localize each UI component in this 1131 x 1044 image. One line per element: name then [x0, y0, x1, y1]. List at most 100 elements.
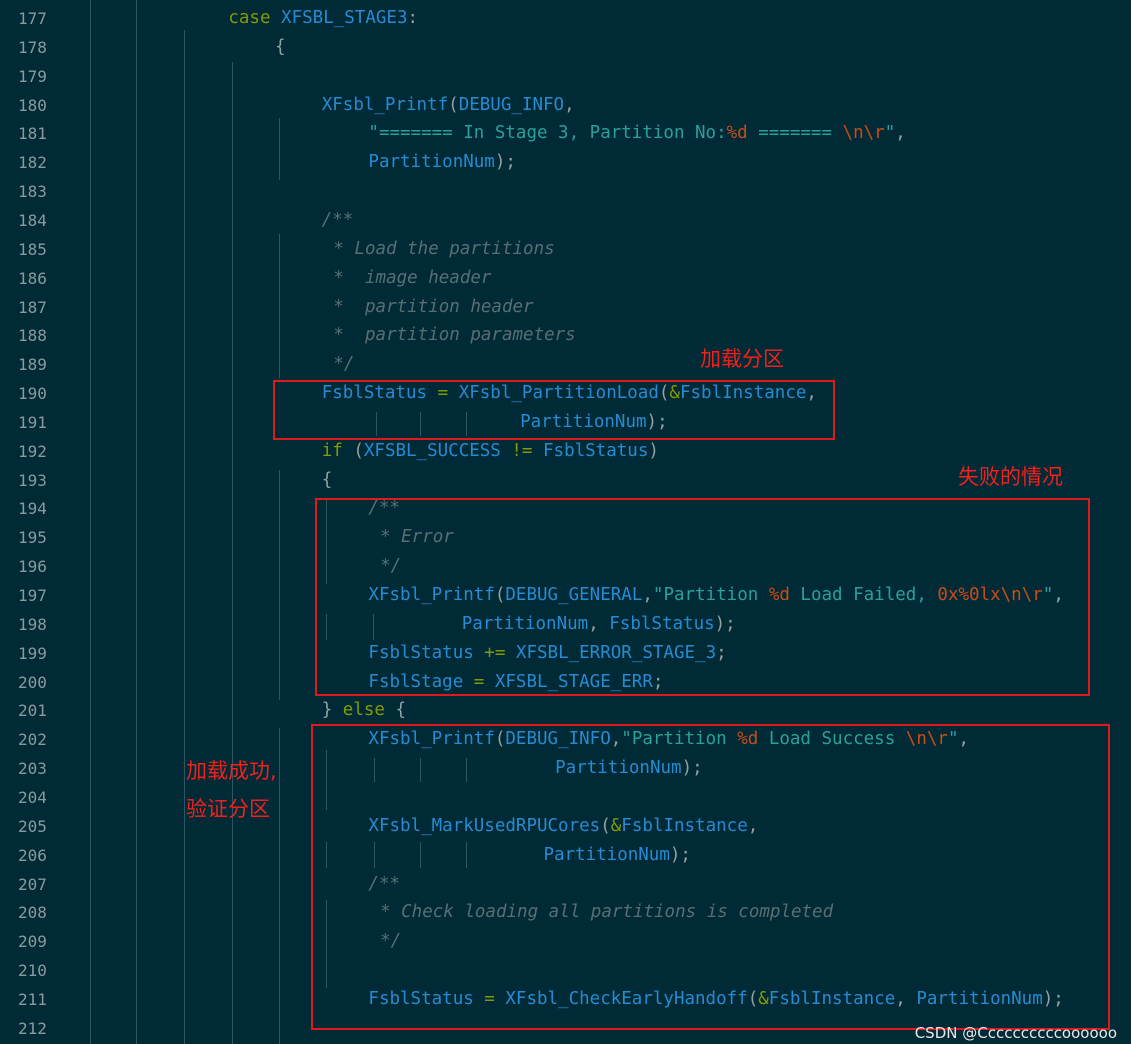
code-token: }	[321, 700, 343, 721]
code-token: {	[384, 700, 407, 721]
code-line: 201} else {	[0, 696, 1131, 725]
line-number: 212	[18, 1018, 47, 1038]
code-token: "	[884, 123, 896, 144]
code-text: * partition header	[333, 293, 533, 322]
code-token: * image header	[333, 267, 492, 288]
line-number: 199	[18, 643, 47, 663]
code-token: );	[494, 152, 516, 173]
code-text: XFsbl_Printf(DEBUG_INFO,	[322, 91, 575, 120]
code-token: * partition header	[333, 296, 534, 317]
line-number: 189	[18, 355, 47, 375]
line-number: 200	[18, 672, 47, 692]
line-number: 206	[18, 845, 47, 865]
code-text: {	[275, 33, 286, 62]
code-token: %d	[726, 123, 748, 144]
code-text: */	[333, 350, 354, 379]
code-line: 186 * image header	[0, 264, 1131, 293]
code-token: {	[275, 36, 286, 57]
code-token: FsblStatus	[543, 440, 649, 461]
code-token: */	[333, 354, 355, 375]
line-number: 197	[18, 586, 47, 605]
line-number: 207	[18, 874, 47, 894]
line-number: 203	[18, 759, 47, 779]
code-token: !=	[500, 440, 543, 461]
code-token: (	[353, 440, 364, 461]
line-number: 204	[18, 787, 47, 807]
line-number: 180	[18, 95, 47, 115]
code-token: /**	[321, 209, 354, 230]
highlight-box-failure	[315, 498, 1090, 696]
line-number: 182	[18, 153, 47, 173]
line-number: 190	[18, 384, 47, 404]
line-number: 178	[18, 37, 47, 57]
code-token: PartitionNum	[368, 152, 495, 173]
annotation-success-line1: 加载成功,	[186, 759, 277, 783]
code-line: 185 * Load the partitions	[0, 235, 1131, 264]
code-line: 181 "======= In Stage 3, Partition No:%d …	[0, 119, 1131, 148]
line-number: 211	[18, 989, 47, 1009]
line-number: 210	[18, 961, 47, 981]
code-line: 189 */	[0, 350, 1131, 379]
code-line: 187 * partition header	[0, 293, 1131, 322]
code-token: {	[321, 469, 333, 490]
line-number: 177	[18, 9, 47, 28]
line-number: 186	[18, 268, 47, 288]
code-line: 184 /**	[0, 206, 1131, 235]
line-number: 185	[18, 239, 47, 259]
code-token: XFSBL_STAGE3	[281, 8, 408, 28]
code-text: * partition parameters	[333, 321, 575, 350]
code-text: if (XFSBL_SUCCESS != FsblStatus)	[322, 437, 659, 466]
line-number: 184	[18, 210, 47, 230]
watermark: CSDN @Ccccccccccoooooo	[914, 1024, 1117, 1042]
code-token: =======	[747, 123, 843, 144]
code-text: } else {	[322, 696, 406, 725]
line-number: 191	[18, 412, 47, 432]
code-token: case	[228, 8, 282, 28]
line-number: 196	[18, 557, 47, 577]
highlight-box-load	[273, 380, 835, 440]
line-number: 202	[18, 730, 47, 750]
line-number: 179	[18, 66, 47, 86]
code-editor[interactable]: 177 case XFSBL_STAGE3: 178 {179 180 XFsbl_Pri…	[0, 0, 1131, 1044]
code-text: case XFSBL_STAGE3:	[228, 4, 418, 33]
code-line: 177 case XFSBL_STAGE3:	[0, 4, 1131, 33]
code-text: * image header	[333, 264, 491, 293]
code-line: 178 {	[0, 33, 1131, 62]
annotation-load-partition: 加载分区	[700, 347, 784, 371]
code-line: 188 * partition parameters	[0, 321, 1131, 350]
highlight-box-success	[311, 724, 1110, 1030]
code-token: XFSBL_SUCCESS	[363, 440, 501, 461]
code-text: /**	[322, 206, 354, 235]
code-token: (	[448, 94, 459, 115]
code-token: \n\r	[842, 123, 885, 144]
line-number: 198	[18, 614, 47, 634]
code-token: ,	[564, 94, 575, 115]
code-line: 182 PartitionNum);	[0, 148, 1131, 177]
line-number: 194	[18, 499, 47, 519]
code-line: 180 XFsbl_Printf(DEBUG_INFO,	[0, 91, 1131, 120]
line-number: 187	[18, 297, 47, 317]
code-token: DEBUG_INFO	[458, 94, 565, 115]
line-number: 183	[18, 182, 47, 202]
code-text: PartitionNum);	[368, 148, 516, 177]
code-token: * partition parameters	[333, 325, 576, 346]
line-number: 205	[18, 816, 47, 836]
code-token: * Load the partitions	[333, 238, 555, 259]
line-number: 193	[18, 470, 47, 490]
code-token: else	[342, 700, 385, 721]
line-number: 181	[18, 124, 47, 144]
code-line: 183	[0, 177, 1131, 206]
code-token: "======= In Stage 3, Partition No:	[368, 123, 727, 144]
line-number: 209	[18, 932, 47, 952]
code-text: * Load the partitions	[333, 235, 554, 264]
code-text: {	[322, 466, 333, 495]
code-token: XFsbl_Printf	[321, 94, 449, 115]
line-number: 201	[18, 701, 47, 721]
line-number: 188	[18, 326, 47, 346]
annotation-failure-case: 失败的情况	[958, 465, 1063, 489]
code-token: ,	[895, 123, 906, 144]
line-number: 195	[18, 528, 47, 548]
code-line: 179	[0, 62, 1131, 91]
code-text: "======= In Stage 3, Partition No:%d ===…	[368, 119, 905, 148]
annotation-success-line2: 验证分区	[186, 797, 270, 821]
